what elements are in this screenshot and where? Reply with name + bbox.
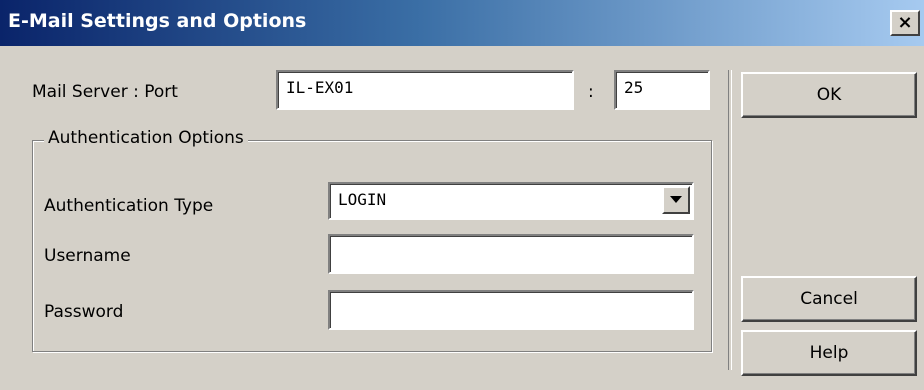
close-button[interactable]: × (890, 10, 920, 36)
port-input[interactable]: 25 (614, 70, 710, 110)
authentication-type-select[interactable]: LOGIN (328, 182, 694, 220)
username-input[interactable] (328, 234, 694, 274)
close-icon: × (897, 12, 913, 33)
password-label: Password (44, 302, 124, 322)
authentication-type-label: Authentication Type (44, 196, 214, 216)
mail-server-input[interactable]: IL-EX01 (276, 70, 574, 110)
authentication-type-value: LOGIN (338, 190, 387, 209)
dropdown-button[interactable] (662, 186, 690, 214)
window-title: E-Mail Settings and Options (8, 10, 307, 32)
title-bar[interactable]: E-Mail Settings and Options × (0, 0, 924, 46)
ok-button[interactable]: OK (741, 72, 917, 118)
cancel-button[interactable]: Cancel (741, 276, 917, 322)
help-button[interactable]: Help (741, 330, 917, 376)
username-label: Username (44, 246, 131, 266)
port-separator: : (588, 82, 594, 102)
vertical-divider (728, 70, 732, 370)
chevron-down-icon (670, 196, 682, 203)
mail-server-port-label: Mail Server : Port (32, 82, 178, 102)
authentication-options-legend: Authentication Options (44, 128, 248, 148)
password-input[interactable] (328, 290, 694, 330)
